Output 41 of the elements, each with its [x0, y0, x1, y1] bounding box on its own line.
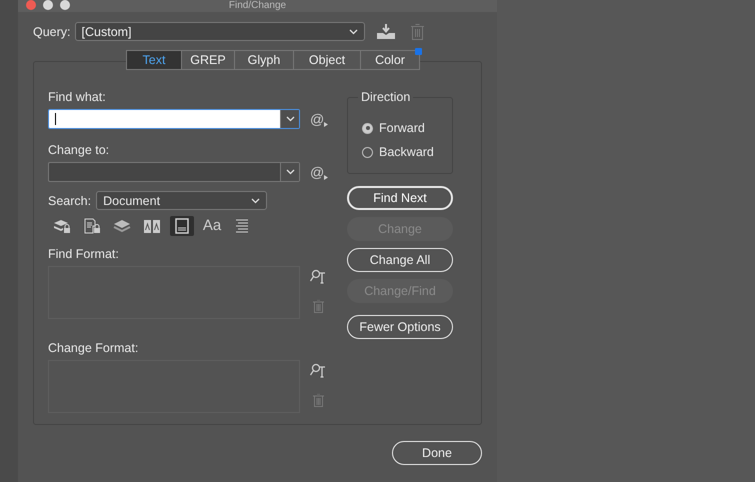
radio-label[interactable]: Forward	[379, 121, 425, 135]
field-label: Find what:	[48, 90, 107, 105]
radio-button[interactable]	[362, 146, 373, 158]
tab[interactable]: Color	[361, 51, 419, 69]
special-characters-menu[interactable]: @	[310, 164, 328, 180]
find-what-field[interactable]	[48, 109, 300, 129]
zoom-button[interactable]	[60, 0, 70, 10]
search-label: Search:	[48, 194, 92, 208]
special-characters-menu[interactable]: @	[310, 111, 328, 127]
triangle-right-icon	[324, 122, 328, 127]
triangle-right-icon	[324, 175, 328, 180]
chevron-down-icon	[348, 28, 358, 34]
window-title: Find/Change	[228, 0, 286, 12]
dialog-button[interactable]: Change All	[347, 248, 453, 272]
format-search-icon[interactable]	[310, 269, 326, 284]
option-toggle[interactable]	[170, 216, 194, 236]
field-label: Find Format:	[48, 247, 120, 262]
whole-word-icon[interactable]	[234, 218, 250, 234]
done-button[interactable]: Done	[392, 441, 482, 465]
query-dropdown[interactable]: [Custom]	[74, 22, 365, 41]
query-label: Query:	[33, 24, 71, 38]
footnote-icon[interactable]	[175, 218, 189, 234]
tab[interactable]: GREP	[182, 51, 235, 69]
dialog-button[interactable]: Find Next	[347, 186, 453, 210]
field-label: Change to:	[48, 143, 110, 158]
format-search-icon[interactable]	[310, 363, 326, 378]
chevron-down-icon	[251, 198, 260, 204]
tab[interactable]: Glyph	[235, 51, 294, 69]
dialog-button[interactable]: Fewer Options	[347, 315, 453, 339]
field-label: Change Format:	[48, 341, 140, 356]
save-query-icon[interactable]	[376, 24, 395, 39]
minimize-button[interactable]	[43, 0, 53, 10]
change-to-field[interactable]	[48, 162, 300, 182]
tab[interactable]: Text	[127, 51, 182, 69]
radio-label[interactable]: Backward	[379, 145, 434, 159]
group-label: Direction	[358, 90, 414, 104]
radio-button[interactable]	[362, 122, 373, 134]
chevron-down-icon	[286, 116, 294, 122]
tab[interactable]: Object	[294, 51, 361, 69]
chevron-down-icon	[286, 169, 294, 175]
search-dropdown[interactable]: Document	[96, 191, 268, 210]
